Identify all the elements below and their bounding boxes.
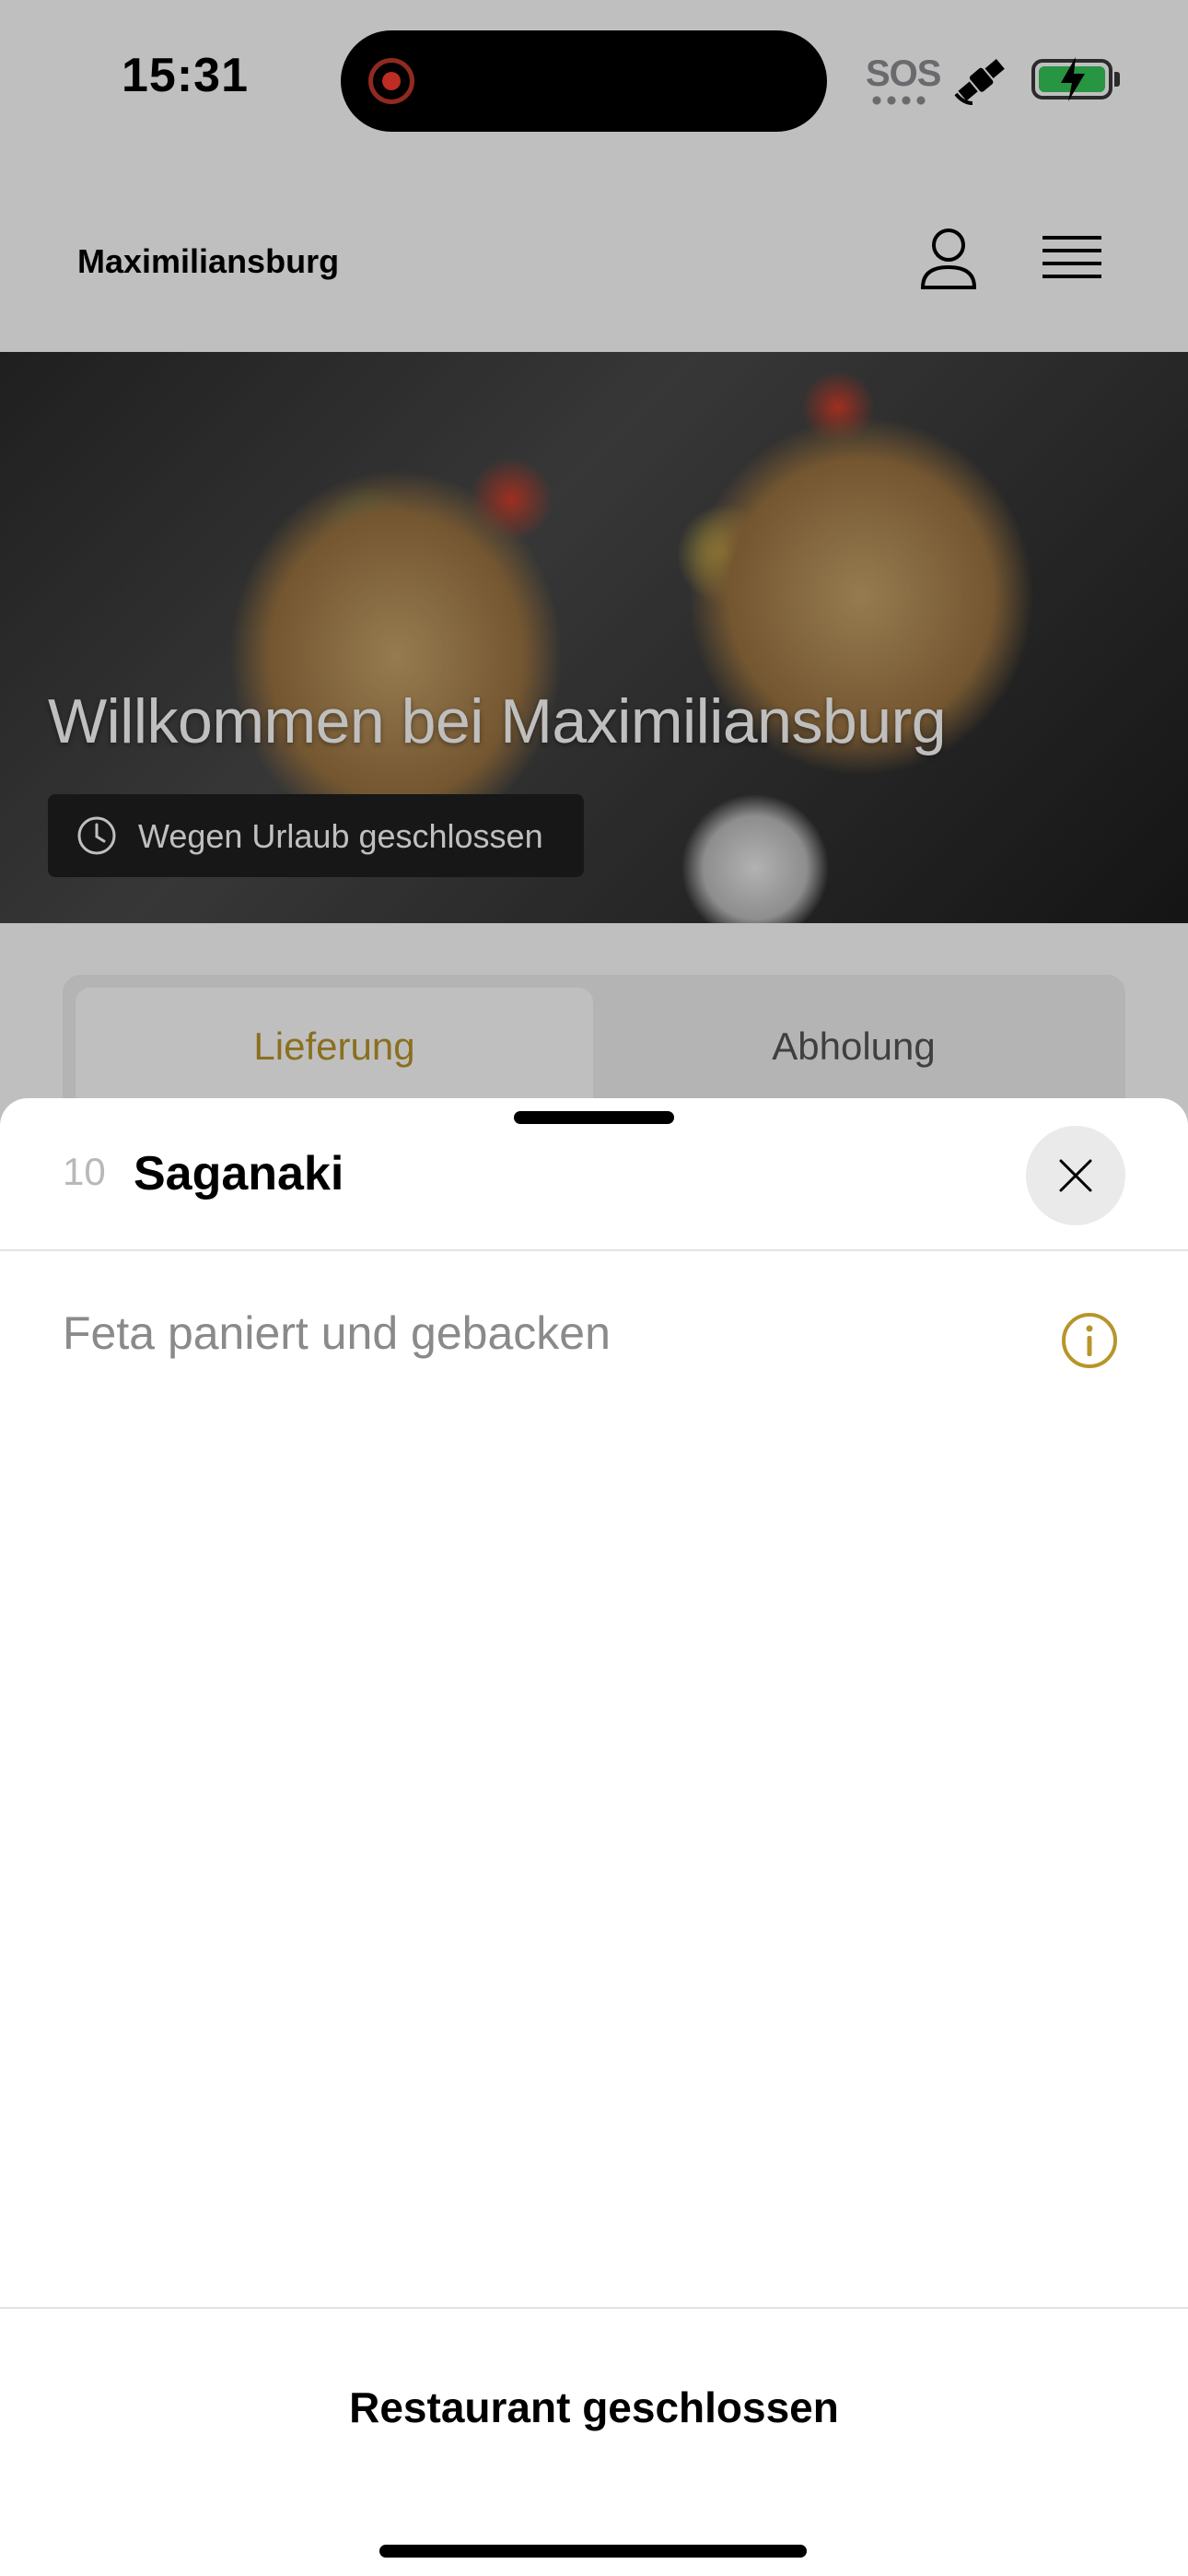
sheet-header: 10 Saganaki <box>0 1098 1188 1251</box>
sheet-grabber[interactable] <box>514 1111 674 1124</box>
item-description: Feta paniert und gebacken <box>63 1307 611 1359</box>
close-icon <box>1059 1159 1092 1192</box>
sheet-footer: Restaurant geschlossen <box>0 2307 1188 2576</box>
close-button[interactable] <box>1026 1126 1125 1225</box>
item-name: Saganaki <box>134 1147 344 1200</box>
info-icon[interactable] <box>1061 1312 1118 1369</box>
restaurant-closed-label: Restaurant geschlossen <box>349 2383 839 2431</box>
home-indicator[interactable] <box>379 2545 807 2558</box>
item-number: 10 <box>63 1150 106 1193</box>
